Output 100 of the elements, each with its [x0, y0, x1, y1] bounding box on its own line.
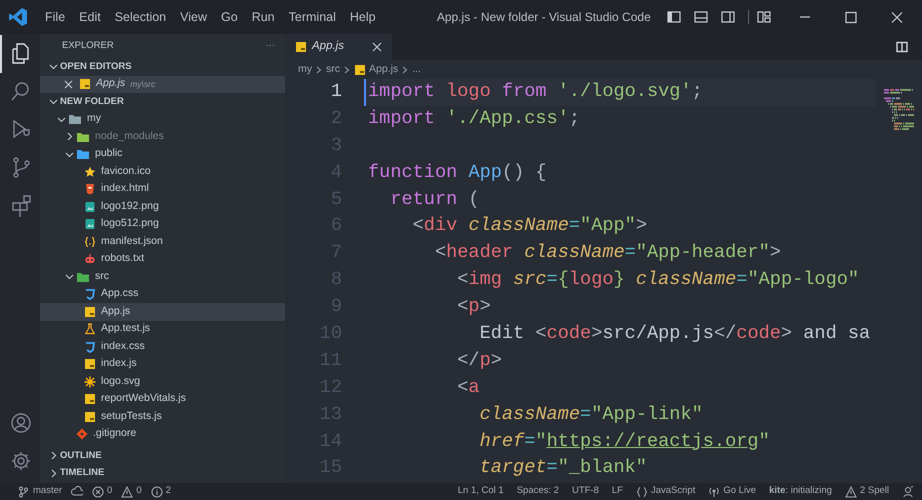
status-item[interactable]: JavaScript — [636, 484, 696, 499]
tree-item[interactable]: .gitignore — [40, 426, 285, 443]
breadcrumb-item[interactable]: src — [326, 62, 340, 78]
close-icon[interactable] — [64, 80, 73, 89]
menu-item[interactable]: File — [40, 6, 70, 28]
js-file-icon — [354, 64, 366, 76]
status-item[interactable]: LF — [612, 484, 623, 499]
line-number: 1 — [330, 80, 342, 104]
extensions-icon[interactable] — [10, 194, 32, 218]
tree-item[interactable]: favicon.ico — [40, 163, 285, 180]
cloud-icon[interactable] — [71, 486, 84, 498]
section-header[interactable]: TIMELINE — [40, 464, 285, 482]
folder-item[interactable]: src — [40, 268, 285, 286]
status-item[interactable]: 2 Spell — [844, 484, 889, 499]
sidebar-title: EXPLORER — [62, 38, 114, 53]
folder-icon — [76, 130, 90, 143]
code-line: import './App.css'; — [368, 106, 580, 131]
status-item[interactable]: Spaces: 2 — [516, 484, 559, 499]
menu-item[interactable]: Edit — [74, 6, 106, 28]
sidebar-layout-icon[interactable] — [667, 10, 681, 24]
feedback-icon[interactable] — [902, 486, 914, 498]
section-header[interactable]: OUTLINE — [40, 447, 285, 464]
status-item[interactable]: Ln 1, Col 1 — [458, 484, 504, 499]
tree-item[interactable]: manifest.json — [40, 233, 285, 250]
breadcrumb-item[interactable]: App.js — [354, 62, 398, 78]
folder-item[interactable]: public — [40, 146, 285, 163]
tree-item[interactable]: logo192.png — [40, 198, 285, 216]
menu-item[interactable]: Terminal — [284, 6, 341, 28]
chevron-down-icon[interactable] — [48, 62, 58, 72]
vscode-logo-icon — [8, 7, 28, 27]
close-icon[interactable] — [372, 42, 382, 52]
section-header[interactable]: OPEN EDITORS — [40, 58, 285, 76]
chevron-right-icon — [344, 66, 350, 74]
breadcrumb-item[interactable]: my — [298, 62, 312, 78]
sun-icon — [84, 376, 96, 388]
menu-item[interactable]: Selection — [110, 6, 172, 28]
folder-item[interactable]: node_modules — [40, 128, 285, 146]
tree-item[interactable]: App.test.js — [40, 320, 285, 338]
status-item[interactable]: 0 — [121, 484, 142, 499]
layout-icon[interactable] — [757, 10, 771, 24]
breadcrumb-item[interactable]: ... — [412, 62, 421, 78]
warning-icon — [121, 486, 134, 498]
folder-icon — [76, 148, 90, 160]
tree-item[interactable]: index.css — [40, 338, 285, 356]
js-file-icon — [84, 393, 96, 406]
secondary-sidebar-icon[interactable] — [721, 10, 735, 24]
code-line: <header className="App-header"> — [434, 241, 781, 266]
chevron-right-icon[interactable] — [64, 132, 74, 142]
error-icon — [92, 486, 104, 498]
status-item[interactable]: kite: initializing — [769, 484, 832, 499]
more-actions-button[interactable]: ··· — [266, 38, 275, 54]
js-file-icon — [84, 410, 96, 423]
menu-item[interactable]: Go — [216, 6, 243, 28]
folder-icon — [76, 270, 90, 283]
editor-tab[interactable]: App.js — [285, 34, 392, 60]
menu-item[interactable]: View — [175, 6, 212, 28]
code-line: className="App-link" — [480, 402, 703, 427]
tree-item[interactable]: App.css — [40, 286, 285, 303]
minimap-drawing[interactable] — [884, 89, 914, 133]
section-header[interactable]: NEW FOLDER — [40, 93, 285, 110]
panel-layout-icon[interactable] — [694, 10, 708, 24]
warning-icon — [844, 486, 857, 498]
code-line: <a — [457, 376, 480, 400]
menu-item[interactable]: Help — [344, 6, 381, 28]
tree-item[interactable]: index.js — [40, 356, 285, 373]
js-file-icon — [79, 78, 91, 90]
status-item[interactable]: 2 — [150, 484, 171, 499]
tree-item[interactable]: logo512.png — [40, 216, 285, 233]
chevron-down-icon[interactable] — [64, 150, 74, 159]
menu-item[interactable]: Run — [246, 6, 280, 28]
code-line: Edit <code>src/App.js</code> and sa — [480, 322, 870, 346]
broadcast-icon — [708, 486, 720, 498]
split-editor-icon[interactable] — [896, 41, 908, 53]
tree-item[interactable]: logo.svg — [40, 373, 285, 390]
css-file-icon — [84, 288, 96, 300]
robot-icon — [84, 253, 96, 266]
maximize-icon[interactable] — [844, 10, 858, 24]
star-icon — [84, 166, 96, 178]
tree-item[interactable]: index.html — [40, 180, 285, 198]
open-editor-item[interactable]: App.js my\src — [40, 76, 285, 93]
status-item[interactable]: Go Live — [708, 484, 756, 499]
js-file-icon — [84, 358, 96, 370]
tree-item[interactable]: robots.txt — [40, 250, 285, 268]
close-icon[interactable] — [890, 10, 904, 24]
code-line: <img src={logo} className="App-logo" — [457, 268, 860, 292]
chevron-right-icon — [402, 66, 408, 74]
html-file-icon — [84, 183, 96, 196]
code-line: <p> — [457, 295, 491, 320]
status-item[interactable]: 0 — [92, 484, 112, 499]
folder-item[interactable]: my — [40, 110, 285, 128]
tree-item[interactable]: App.js — [40, 303, 285, 320]
status-item[interactable]: master — [18, 484, 62, 499]
window-title: App.js - New folder - Visual Studio Code — [436, 9, 652, 26]
info-icon — [150, 486, 163, 498]
chevron-down-icon[interactable] — [64, 272, 74, 282]
image-file-icon — [84, 218, 96, 230]
tree-item[interactable]: reportWebVitals.js — [40, 390, 285, 408]
status-item[interactable]: UTF-8 — [572, 484, 599, 499]
tree-item[interactable]: setupTests.js — [40, 408, 285, 426]
code-line: return ( — [390, 188, 480, 212]
